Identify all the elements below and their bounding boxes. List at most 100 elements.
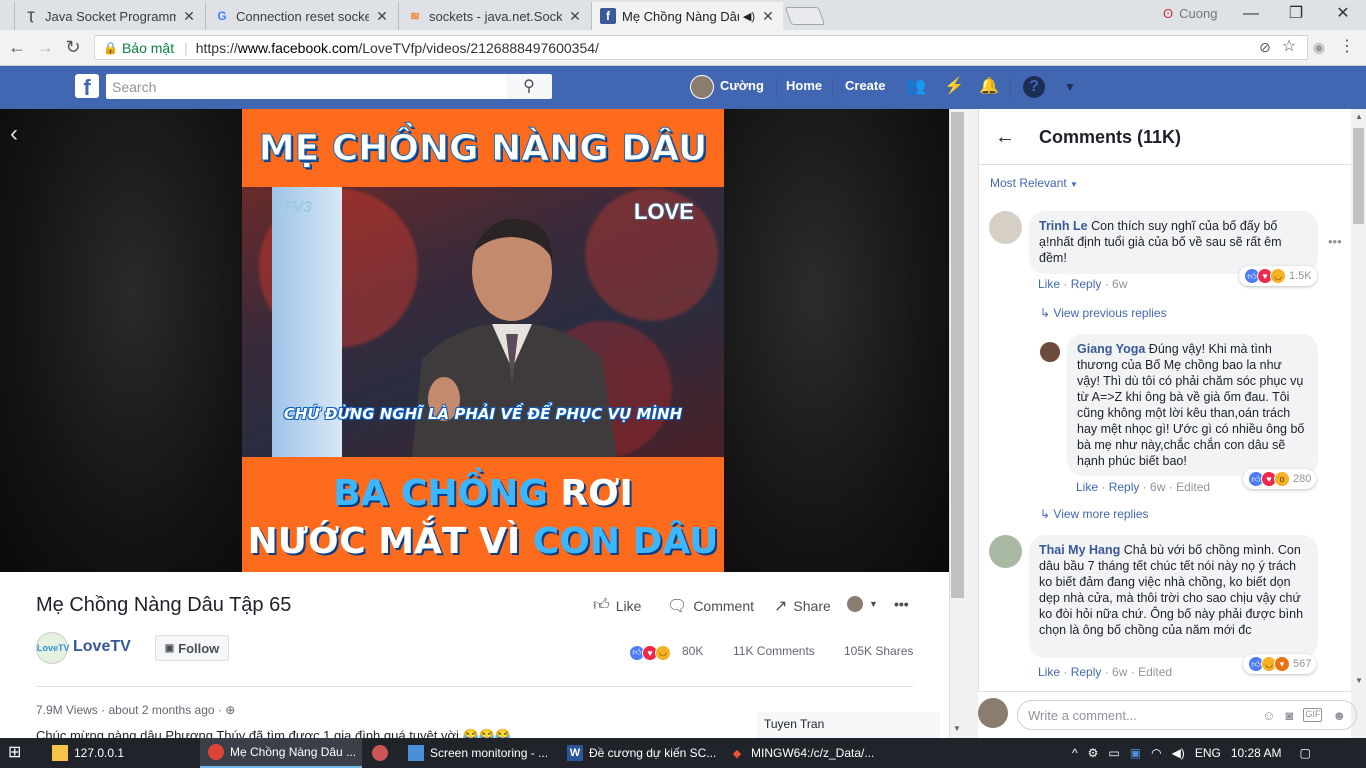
sticker-icon[interactable]: ☻ [1332, 708, 1346, 723]
back-arrow-icon[interactable]: ← [995, 126, 1015, 149]
share-button[interactable]: ↗ Share [774, 596, 831, 616]
help-icon[interactable]: ? [1023, 76, 1045, 98]
page-name-link[interactable]: LoveTV [73, 638, 131, 656]
avatar[interactable] [690, 75, 714, 99]
new-tab-button[interactable] [784, 7, 826, 25]
home-link[interactable]: Home [786, 78, 822, 93]
camera-icon[interactable]: ◙ [1285, 708, 1293, 723]
avatar[interactable] [978, 698, 1008, 728]
search-input[interactable]: Search [106, 74, 506, 99]
share-count[interactable]: 105K Shares [844, 644, 913, 658]
tagged-user[interactable]: Tuyen Tran [757, 712, 940, 738]
like-link[interactable]: Like [1038, 277, 1060, 291]
commenter-name[interactable]: Trinh Le [1039, 219, 1088, 233]
profile-link[interactable]: Cường [720, 78, 764, 93]
gif-icon[interactable]: GIF [1303, 708, 1323, 722]
comment-count[interactable]: 11K Comments [733, 644, 815, 658]
comment-reactions[interactable]: 👍︎ ◡ ▾ 567 [1243, 654, 1317, 674]
address-bar[interactable]: 🔒 Bảo mật | https://www.facebook.com/Lov… [94, 35, 1308, 60]
emoji-icon[interactable]: ☺ [1262, 708, 1275, 723]
page-scrollbar-thumb[interactable] [951, 112, 964, 598]
commenter-name[interactable]: Giang Yoga [1077, 342, 1145, 356]
windows-start-icon[interactable]: ⊞ [8, 744, 26, 762]
write-comment-input[interactable]: Write a comment... ☺ ◙ GIF ☻ [1017, 700, 1357, 730]
bookmark-star-icon[interactable]: ☆ [1278, 36, 1300, 58]
chevron-down-icon: ▼ [1070, 180, 1078, 189]
avatar[interactable] [989, 211, 1022, 244]
close-tab-icon[interactable]: ✕ [182, 8, 196, 25]
reload-icon[interactable]: ↻ [62, 36, 84, 58]
messenger-icon[interactable]: ⚡ [943, 76, 965, 98]
comment-meta: Like · Reply · 6w · Edited [1076, 480, 1211, 494]
like-button[interactable]: 👍︎ Like [593, 596, 641, 615]
taskbar-item-chrome[interactable]: Mẹ Chồng Nàng Dâu ... [200, 738, 362, 768]
browser-tab-1[interactable]: Ʈ Java Socket Programming ✕ [14, 2, 204, 30]
close-tab-icon[interactable]: ✕ [375, 8, 389, 25]
like-link[interactable]: Like [1076, 480, 1098, 494]
browser-tab-3[interactable]: ≋ sockets - java.net.Socket ✕ [398, 2, 590, 30]
video-player[interactable]: MẸ CHỒNG NÀNG DÂU VTV3 LOVE CHỨ ĐỪNG NGH… [242, 109, 724, 572]
audio-playing-icon[interactable]: ◀) [743, 10, 755, 23]
comments-scrollbar-thumb[interactable] [1353, 128, 1364, 224]
account-menu-icon[interactable]: ▼ [1059, 76, 1081, 98]
page-avatar[interactable]: LoveTV [36, 632, 70, 664]
share-icon: ↗ [774, 598, 788, 615]
comment-reactions[interactable]: 👍︎ ♥ o 280 [1243, 469, 1317, 489]
maximize-button[interactable]: ❐ [1285, 4, 1307, 24]
blocked-icon[interactable]: ⊘ [1254, 36, 1276, 58]
friend-requests-icon[interactable]: 👥 [905, 76, 927, 98]
avatar[interactable] [989, 535, 1022, 568]
back-icon[interactable]: ← [6, 36, 28, 58]
scroll-up-icon[interactable]: ▲ [1355, 112, 1363, 121]
reaction-summary[interactable]: 👍︎ ♥ ◡ [629, 643, 671, 661]
video-title: Mẹ Chồng Nàng Dâu Tập 65 [36, 594, 292, 616]
reply-link[interactable]: Reply [1109, 480, 1140, 494]
comment-button[interactable]: 🗨︎ Comment [667, 596, 754, 616]
taskbar-item-mingw[interactable]: ◆ MINGW64:/c/z_Data/... [721, 738, 875, 768]
app-tray-icon[interactable]: ▣ [1130, 746, 1141, 760]
volume-icon[interactable]: ◀) [1172, 746, 1185, 760]
network-icon[interactable]: ⚙ [1088, 746, 1099, 760]
facebook-logo-icon[interactable]: f [75, 74, 99, 100]
reply-link[interactable]: Reply [1071, 277, 1102, 291]
scroll-down-icon[interactable]: ▼ [1355, 676, 1363, 685]
share-as-selector[interactable]: ▼ [847, 596, 878, 612]
create-link[interactable]: Create [845, 78, 885, 93]
clock[interactable]: 10:28 AM [1231, 746, 1282, 760]
view-previous-replies[interactable]: ↳ View previous replies [1040, 306, 1167, 320]
wifi-icon[interactable]: ◠ [1151, 746, 1161, 760]
taskbar-item-word[interactable]: W Đề cương dự kiến SC... [559, 738, 716, 768]
extension-icon[interactable]: ◉ [1308, 36, 1330, 58]
chrome-profile[interactable]: ʘ Cuong [1163, 6, 1217, 21]
search-icon[interactable]: ⚲ [506, 74, 552, 99]
taskbar-item-screen-monitoring[interactable]: Screen monitoring - ... [400, 738, 554, 768]
reaction-count[interactable]: 80K [682, 644, 703, 658]
follow-button[interactable]: ▣ Follow [155, 635, 229, 661]
close-window-button[interactable]: ✕ [1332, 4, 1354, 24]
sort-dropdown[interactable]: Most Relevant ▼ [990, 176, 1078, 190]
notifications-icon[interactable]: ▢ [1300, 746, 1311, 760]
minimize-button[interactable]: — [1240, 4, 1262, 24]
taskbar-item-app[interactable] [364, 738, 400, 768]
commenter-name[interactable]: Thai My Hang [1039, 543, 1120, 557]
comment-options-icon[interactable]: ••• [1328, 234, 1342, 249]
chevron-up-icon[interactable]: ^ [1072, 746, 1078, 760]
language-indicator[interactable]: ENG [1195, 746, 1221, 760]
browser-tab-2[interactable]: G Connection reset socket ✕ [205, 2, 397, 30]
menu-dots-icon[interactable]: ⋮ [1336, 36, 1358, 58]
close-tab-icon[interactable]: ✕ [568, 8, 582, 25]
battery-icon[interactable]: ▭ [1108, 746, 1119, 760]
avatar[interactable] [1040, 342, 1060, 362]
close-tab-icon[interactable]: ✕ [761, 8, 775, 25]
browser-tab-4-active[interactable]: f Mẹ Chồng Nàng Dâu ◀) ✕ [591, 2, 783, 30]
reply-link[interactable]: Reply [1071, 665, 1102, 679]
taskbar-item-folder[interactable]: 127.0.0.1 [44, 738, 194, 768]
like-link[interactable]: Like [1038, 665, 1060, 679]
forward-icon[interactable]: → [34, 36, 56, 58]
notifications-icon[interactable]: 🔔 [978, 76, 1000, 98]
comment-reactions[interactable]: 👍︎ ♥ ◡ 1.5K [1239, 266, 1317, 286]
back-chevron-icon[interactable]: ‹ [10, 120, 18, 148]
view-more-replies[interactable]: ↳ View more replies [1040, 507, 1149, 521]
more-options-button[interactable]: ••• [894, 596, 909, 612]
scroll-down-icon[interactable]: ▼ [953, 724, 961, 733]
